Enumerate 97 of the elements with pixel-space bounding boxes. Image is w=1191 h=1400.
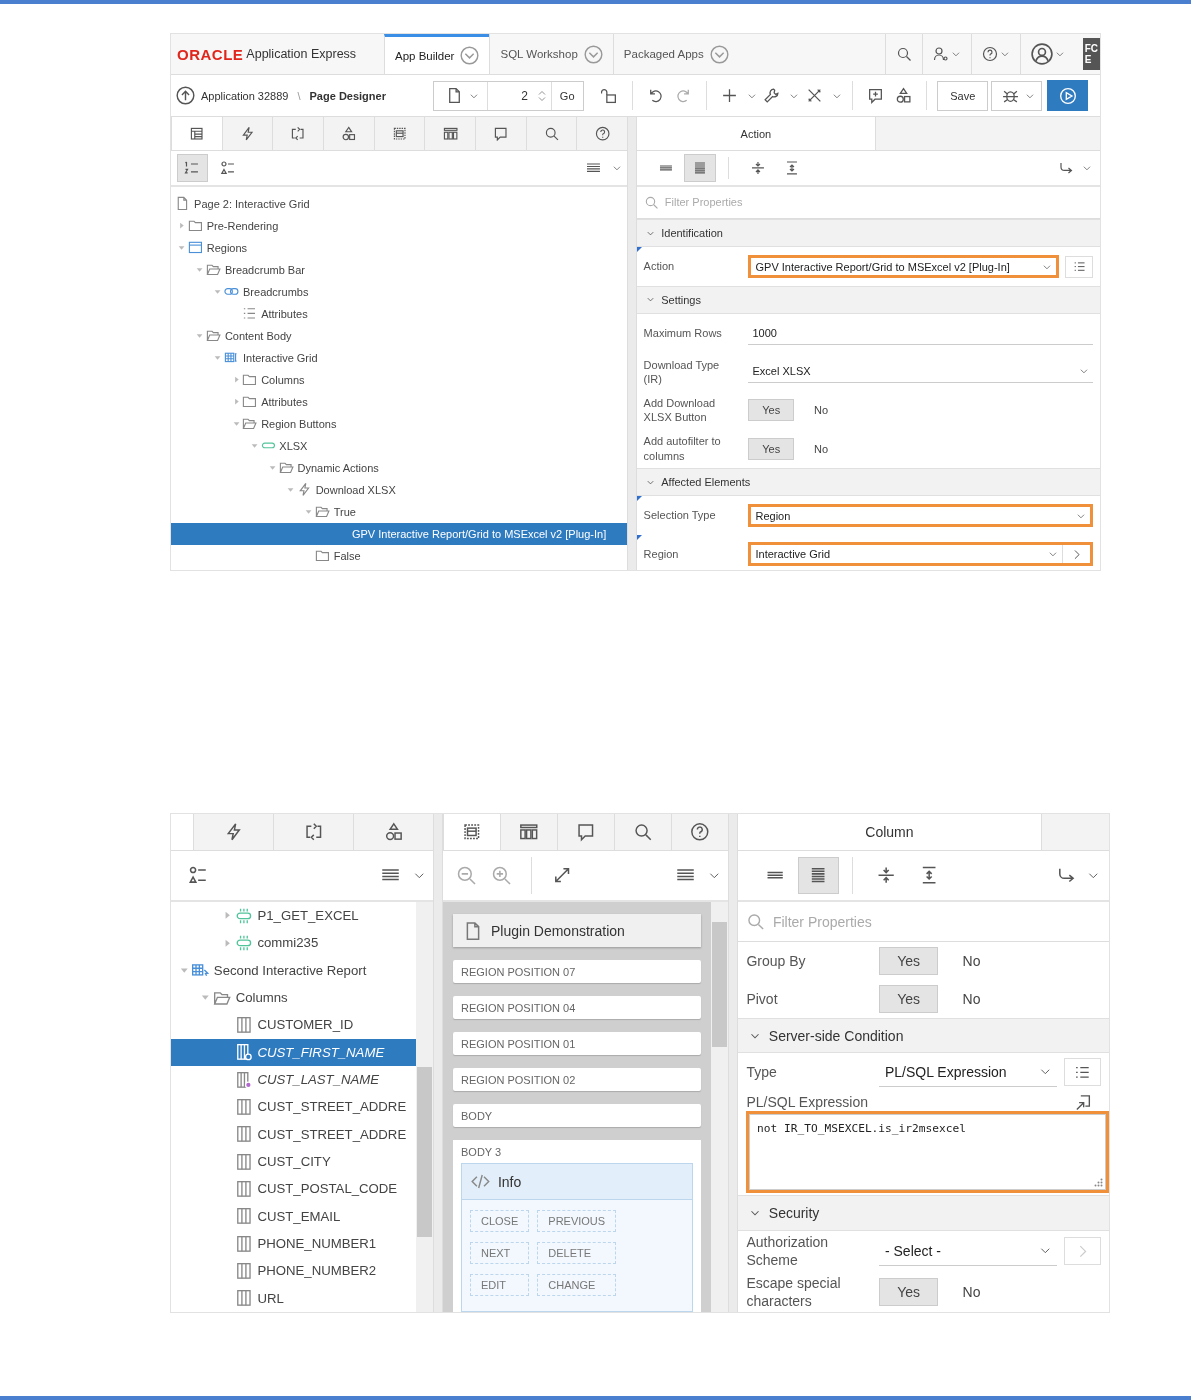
section-header[interactable]: Identification bbox=[637, 218, 1100, 248]
select-field[interactable]: Excel XLSX bbox=[748, 360, 1094, 384]
tree-item[interactable]: PHONE_NUMBER2 bbox=[171, 1257, 416, 1285]
tree-item[interactable]: URL bbox=[171, 1284, 416, 1312]
region-position[interactable]: BODY bbox=[453, 1104, 701, 1127]
tree-item[interactable]: CUSTOMER_ID bbox=[171, 1011, 416, 1039]
filter-field[interactable]: Filter Properties bbox=[770, 912, 1109, 931]
toggle-option[interactable]: No bbox=[799, 437, 843, 460]
toggle-option[interactable]: Yes bbox=[879, 947, 938, 975]
button-placeholder[interactable]: EDIT bbox=[470, 1274, 530, 1296]
filter-field[interactable]: Filter Properties bbox=[662, 195, 1100, 210]
save-button[interactable]: Save bbox=[937, 80, 989, 111]
button-placeholder[interactable]: PREVIOUS bbox=[537, 1210, 617, 1232]
property-label: Type bbox=[746, 1063, 778, 1082]
text-field[interactable]: 1000 bbox=[748, 321, 1094, 345]
page-number-field[interactable]: 2 bbox=[487, 81, 552, 110]
tree-item[interactable]: CUST_FIRST_NAME bbox=[171, 1038, 416, 1066]
property-label: PL/SQL Expression bbox=[746, 1093, 869, 1112]
application-link[interactable]: Application 32889 bbox=[201, 89, 289, 102]
nav-tab[interactable]: SQL Workshop bbox=[489, 34, 613, 74]
select-field[interactable]: - Select - bbox=[879, 1236, 1058, 1267]
tree-item[interactable]: Dynamic Actions bbox=[171, 456, 627, 479]
button-placeholder[interactable]: DELETE bbox=[537, 1242, 617, 1264]
breadcrumb-separator: \ bbox=[297, 89, 301, 102]
tree-item[interactable]: GPV Interactive Report/Grid to MSExcel v2 [Plug-In] bbox=[171, 522, 627, 545]
property-label: Selection Type bbox=[643, 508, 717, 523]
select-field[interactable]: PL/SQL Expression bbox=[879, 1057, 1058, 1088]
property-label: Add Download XLSX Button bbox=[643, 396, 717, 425]
property-label: Download Type (IR) bbox=[643, 357, 721, 387]
tree-item[interactable]: CUST_POSTAL_CODE bbox=[171, 1175, 416, 1203]
tree-item[interactable]: CUST_STREET_ADDRE bbox=[171, 1093, 416, 1121]
section-header[interactable]: Security bbox=[738, 1195, 1109, 1231]
property-label: Authorization Scheme bbox=[746, 1233, 830, 1270]
tree-item[interactable]: Attributes bbox=[171, 390, 627, 413]
region-position[interactable]: REGION POSITION 02 bbox=[453, 1068, 701, 1091]
page-header[interactable]: Plugin Demonstration bbox=[453, 914, 701, 947]
tree-item[interactable]: Download XLSX bbox=[171, 478, 627, 501]
section-header[interactable]: Settings bbox=[637, 285, 1100, 315]
region-position[interactable]: REGION POSITION 01 bbox=[453, 1032, 701, 1055]
toggle-option[interactable]: No bbox=[799, 399, 843, 422]
property-label: Escape special characters bbox=[746, 1273, 842, 1311]
property-label: Pivot bbox=[746, 989, 779, 1008]
button-placeholder[interactable]: NEXT bbox=[470, 1242, 530, 1264]
tree-item[interactable]: commi235 bbox=[171, 929, 416, 957]
select-field[interactable]: Region bbox=[751, 507, 1091, 524]
tree-item[interactable]: Region Buttons bbox=[171, 412, 627, 435]
tree-item[interactable]: Interactive Grid bbox=[171, 346, 627, 369]
tree-item[interactable]: False bbox=[171, 544, 627, 567]
code-editor[interactable]: not IR_TO_MSEXCEL.is_ir2msexcel bbox=[749, 1114, 1106, 1191]
tree-item[interactable]: Breadcrumb Bar bbox=[171, 258, 627, 281]
page-title: Page Designer bbox=[309, 89, 386, 102]
toggle-option[interactable]: Yes bbox=[748, 437, 795, 460]
toggle-option[interactable]: Yes bbox=[748, 399, 795, 422]
select-field[interactable]: GPV Interactive Report/Grid to MSExcel v2 [Plug-In] bbox=[751, 258, 1057, 275]
tree-item[interactable]: Regions bbox=[171, 236, 627, 259]
button-placeholder[interactable]: CHANGE bbox=[537, 1274, 617, 1296]
go-button[interactable]: Go bbox=[551, 81, 583, 110]
nav-tab[interactable]: Packaged Apps bbox=[612, 34, 739, 74]
property-label: Action bbox=[643, 259, 676, 274]
toggle-option[interactable]: No bbox=[944, 947, 999, 975]
region-panel[interactable]: Info CLOSE PREVIOUS NEXT DELETE EDIT CHANGE bbox=[461, 1163, 693, 1312]
property-label: Maximum Rows bbox=[643, 326, 723, 341]
toggle-option[interactable]: No bbox=[944, 984, 999, 1013]
tree-item[interactable]: Columns bbox=[171, 368, 627, 391]
tree-item[interactable]: PHONE_NUMBER1 bbox=[171, 1229, 416, 1258]
tree-item[interactable]: CUST_STREET_ADDRE bbox=[171, 1120, 416, 1148]
property-label: Group By bbox=[746, 952, 807, 971]
tree-item[interactable]: CUST_EMAIL bbox=[171, 1202, 416, 1230]
section-header[interactable]: Affected Elements bbox=[637, 468, 1100, 497]
section-header[interactable]: Server-side Condition bbox=[738, 1017, 1109, 1054]
property-label: Add autofilter to columns bbox=[643, 434, 722, 464]
region-title: Info bbox=[497, 1173, 522, 1190]
region-position[interactable]: REGION POSITION 04 bbox=[453, 996, 701, 1019]
tree-item[interactable]: Breadcrumbs bbox=[171, 280, 627, 303]
toggle-option[interactable]: Yes bbox=[879, 984, 938, 1013]
tree-item[interactable]: Second Interactive Report bbox=[171, 956, 416, 984]
toggle-option[interactable]: Yes bbox=[879, 1277, 938, 1306]
tree-item[interactable]: CUST_CITY bbox=[171, 1147, 416, 1176]
tree-item[interactable]: XLSX bbox=[171, 434, 627, 457]
brand-logo: ORACLE bbox=[177, 45, 244, 63]
select-field[interactable]: Interactive Grid bbox=[751, 545, 1062, 563]
tree-item[interactable]: Pre-Rendering bbox=[171, 214, 627, 237]
tree-item[interactable]: Attributes bbox=[171, 302, 627, 325]
toggle-option[interactable]: No bbox=[944, 1277, 999, 1306]
region-position-label: BODY 3 bbox=[461, 1146, 503, 1158]
tree-item[interactable]: Content Body bbox=[171, 324, 627, 347]
logo-fragment: FC E bbox=[1082, 38, 1100, 70]
tree-item[interactable]: CUST_LAST_NAME bbox=[171, 1065, 416, 1094]
product-name: Application Express bbox=[246, 47, 357, 61]
tree-item[interactable]: Columns bbox=[171, 983, 416, 1012]
tree-item[interactable]: True bbox=[171, 500, 627, 523]
region-position[interactable]: REGION POSITION 07 bbox=[453, 960, 701, 983]
button-placeholder[interactable]: CLOSE bbox=[470, 1210, 530, 1232]
property-label: Region bbox=[643, 546, 680, 562]
tree-item[interactable]: Page 2: Interactive Grid bbox=[171, 192, 627, 215]
nav-tab[interactable]: App Builder bbox=[384, 34, 490, 74]
tree-item[interactable]: P1_GET_EXCEL bbox=[171, 902, 416, 930]
